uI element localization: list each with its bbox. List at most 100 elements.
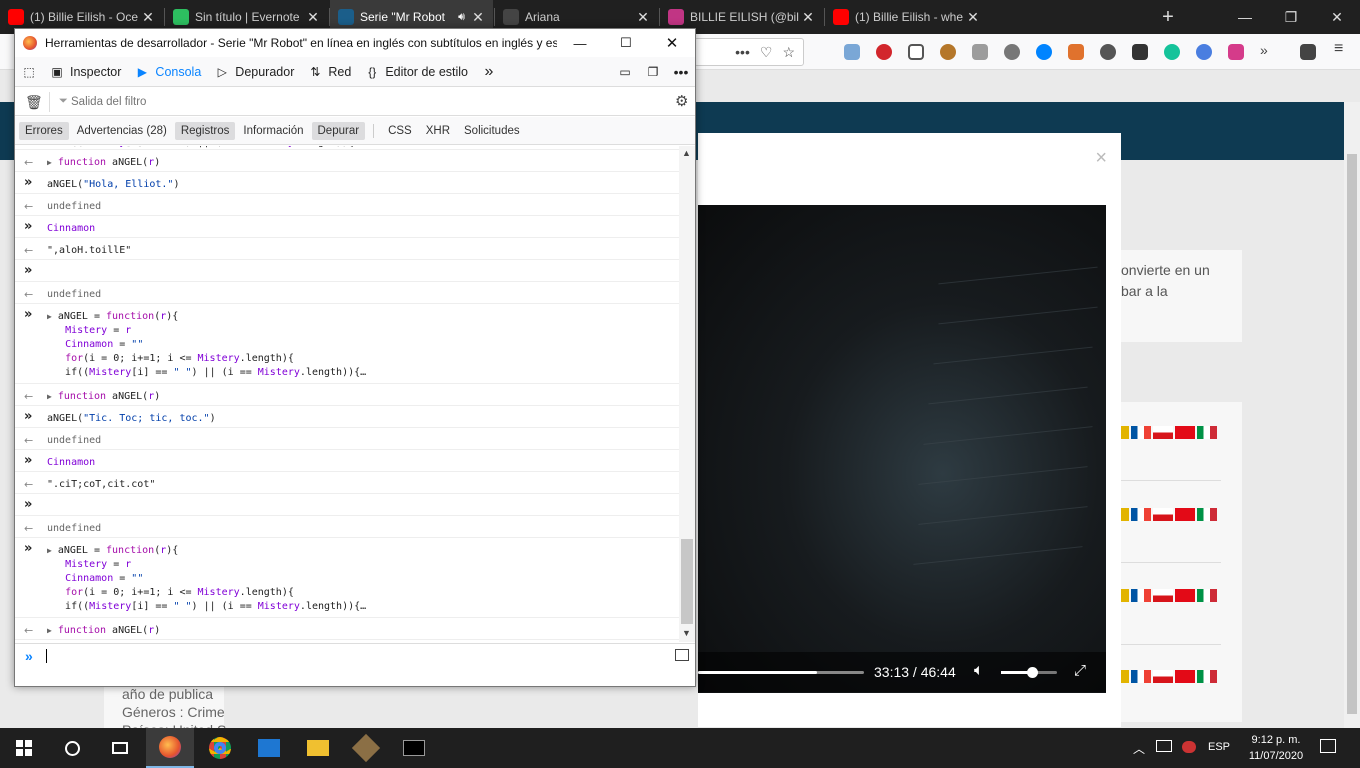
console-filter-4[interactable]: Depurar xyxy=(311,121,366,140)
volume-muted-tray-icon[interactable] xyxy=(1182,741,1196,753)
tools-extension-icon[interactable] xyxy=(1132,44,1148,60)
console-output-row[interactable]: ← ".ciT;coT,cit.cot" xyxy=(15,474,679,494)
close-tab-icon[interactable]: ✕ xyxy=(964,9,982,26)
console-output-row[interactable]: ← undefined xyxy=(15,196,679,216)
download-extension-icon[interactable] xyxy=(1228,44,1244,60)
tab-debugger[interactable]: ▷ Depurador xyxy=(208,57,301,87)
console-input-row[interactable]: » aNGEL("Hola, Elliot.") xyxy=(15,174,679,194)
console-output-row[interactable]: ← ▶ function aNGEL(r) xyxy=(15,386,679,406)
console-input-row[interactable]: » ▶ aNGEL = function(r){ Mistery = r Cinn… xyxy=(15,306,679,384)
tray-chevron-up-icon[interactable]: ︿ xyxy=(1133,740,1145,757)
video-editor-taskbar-icon[interactable] xyxy=(245,728,293,768)
console-output-row[interactable]: ← ",aloH.toillE" xyxy=(15,240,679,260)
close-tab-icon[interactable]: ✕ xyxy=(139,9,157,26)
close-tab-icon[interactable]: ✕ xyxy=(799,9,817,26)
tab-audio-icon[interactable]: 🔊︎ xyxy=(458,11,465,24)
windows-start-icon[interactable] xyxy=(0,728,48,768)
close-tab-icon[interactable]: ✕ xyxy=(469,9,487,26)
console-output-row[interactable]: ← undefined xyxy=(15,430,679,450)
dock-button[interactable]: ❐ xyxy=(639,57,667,87)
split-console-button[interactable]: ▭ xyxy=(611,57,639,87)
network-tray-icon[interactable] xyxy=(1156,740,1172,752)
console-input-row[interactable]: » Cinnamon xyxy=(15,452,679,472)
network-filter-1[interactable]: XHR xyxy=(420,122,456,140)
console-output-row[interactable]: ← ▶ function aNGEL(r) xyxy=(15,152,679,172)
new-tab-button[interactable]: + xyxy=(1145,0,1191,34)
window-close-icon[interactable]: ✕ xyxy=(1314,0,1360,34)
window-minimize-icon[interactable]: — xyxy=(1222,0,1268,34)
console-filter-0[interactable]: Errores xyxy=(19,121,69,140)
tab-console[interactable]: ▶ Consola xyxy=(128,57,208,87)
vpn-extension-icon[interactable] xyxy=(1196,44,1212,60)
messenger-icon[interactable] xyxy=(1036,44,1052,60)
browser-tab[interactable]: (1) Billie Eilish - whe ✕ xyxy=(825,0,988,34)
console-output-row[interactable]: ← ▶ function aNGEL(r) xyxy=(15,620,679,640)
console-input[interactable]: » xyxy=(15,643,695,669)
bookmark-star-icon[interactable]: ☆ xyxy=(782,44,795,61)
terminal-taskbar-icon[interactable] xyxy=(390,728,438,768)
tab-inspector[interactable]: ▣ Inspector xyxy=(43,57,128,87)
close-tab-icon[interactable]: ✕ xyxy=(634,9,652,26)
console-scrollbar[interactable]: ▲ ▼ xyxy=(679,146,695,642)
seek-bar[interactable] xyxy=(698,671,864,674)
console-output-row[interactable]: ← undefined xyxy=(15,284,679,304)
window-restore-icon[interactable]: ❐ xyxy=(1268,0,1314,34)
url-bar-actions[interactable]: ••• ♡ ☆ xyxy=(694,38,804,66)
winrar-taskbar-icon[interactable] xyxy=(342,728,390,768)
notifications-icon[interactable] xyxy=(1320,739,1336,753)
extensions-grid-icon[interactable] xyxy=(1300,44,1316,60)
video-player[interactable] xyxy=(698,205,1106,693)
fullscreen-icon[interactable]: ⤢ xyxy=(1074,662,1086,679)
pocket-icon[interactable]: ♡ xyxy=(760,44,773,61)
fox-extension-icon[interactable] xyxy=(1068,44,1084,60)
more-tools-button[interactable]: » xyxy=(475,57,503,87)
console-settings-gear-icon[interactable]: ⚙ xyxy=(675,92,688,110)
close-tab-icon[interactable]: ✕ xyxy=(304,9,322,26)
trash-icon[interactable]: 🗑︎ xyxy=(25,94,43,111)
console-input-row[interactable]: » aNGEL("Tic. Toc; tic, toc.") xyxy=(15,408,679,428)
console-input-row[interactable]: » xyxy=(15,262,679,282)
menu-hamburger-icon[interactable]: ≡ xyxy=(1334,40,1350,57)
element-picker-button[interactable]: ⬚ xyxy=(15,57,43,87)
minimize-icon[interactable]: — xyxy=(557,36,603,51)
gear-extension-icon[interactable] xyxy=(1004,44,1020,60)
console-input-row[interactable]: » ▶ aNGEL = function(r){ Mistery = r Cinn… xyxy=(15,540,679,618)
console-input-row[interactable]: » Cinnamon xyxy=(15,218,679,238)
volume-icon[interactable]: 🔈︎ xyxy=(974,662,984,680)
network-filter-0[interactable]: CSS xyxy=(382,122,418,140)
search-icon[interactable] xyxy=(48,728,96,768)
console-text: ▶ function aNGEL(r) xyxy=(47,391,161,402)
grammarly-icon[interactable] xyxy=(1164,44,1180,60)
overflow-chevron-icon[interactable]: » xyxy=(1260,42,1276,58)
clock[interactable]: 9:12 p. m. 11/07/2020 xyxy=(1240,732,1312,764)
console-input-row[interactable]: » xyxy=(15,496,679,516)
console-output-row[interactable]: ← undefined xyxy=(15,518,679,538)
language-indicator[interactable]: ESP xyxy=(1208,741,1230,753)
page-actions-icon[interactable]: ••• xyxy=(735,44,750,60)
account-icon[interactable] xyxy=(1100,44,1116,60)
task-view-icon[interactable] xyxy=(96,728,144,768)
console-filter-3[interactable]: Información xyxy=(237,122,309,140)
firefox-taskbar-icon[interactable] xyxy=(146,728,194,768)
console-filter-1[interactable]: Advertencias (28) xyxy=(71,122,173,140)
devtools-menu-button[interactable]: ••• xyxy=(667,57,695,87)
modal-close-icon[interactable]: × xyxy=(1095,147,1107,170)
volume-handle[interactable] xyxy=(1026,667,1038,678)
chrome-taskbar-icon[interactable] xyxy=(196,728,244,768)
editor-mode-icon[interactable] xyxy=(675,649,689,661)
tab-network[interactable]: ⇅ Red xyxy=(301,57,358,87)
screenshot-extension-icon[interactable] xyxy=(844,44,860,60)
file-explorer-icon[interactable] xyxy=(294,728,342,768)
filter-input[interactable] xyxy=(71,92,631,112)
close-icon[interactable]: ✕ xyxy=(649,34,695,52)
volume-slider[interactable] xyxy=(1001,667,1057,678)
monkey-extension-icon[interactable] xyxy=(940,44,956,60)
network-filter-2[interactable]: Solicitudes xyxy=(458,122,526,140)
adblock-icon[interactable] xyxy=(876,44,892,60)
console-filter-2[interactable]: Registros xyxy=(174,121,236,140)
page-scrollbar[interactable] xyxy=(1344,102,1360,728)
s-extension-icon[interactable] xyxy=(972,44,988,60)
tab-style-editor[interactable]: {} Editor de estilo xyxy=(358,57,475,87)
reader-view-icon[interactable] xyxy=(908,44,924,60)
maximize-icon[interactable]: ☐ xyxy=(603,35,649,51)
